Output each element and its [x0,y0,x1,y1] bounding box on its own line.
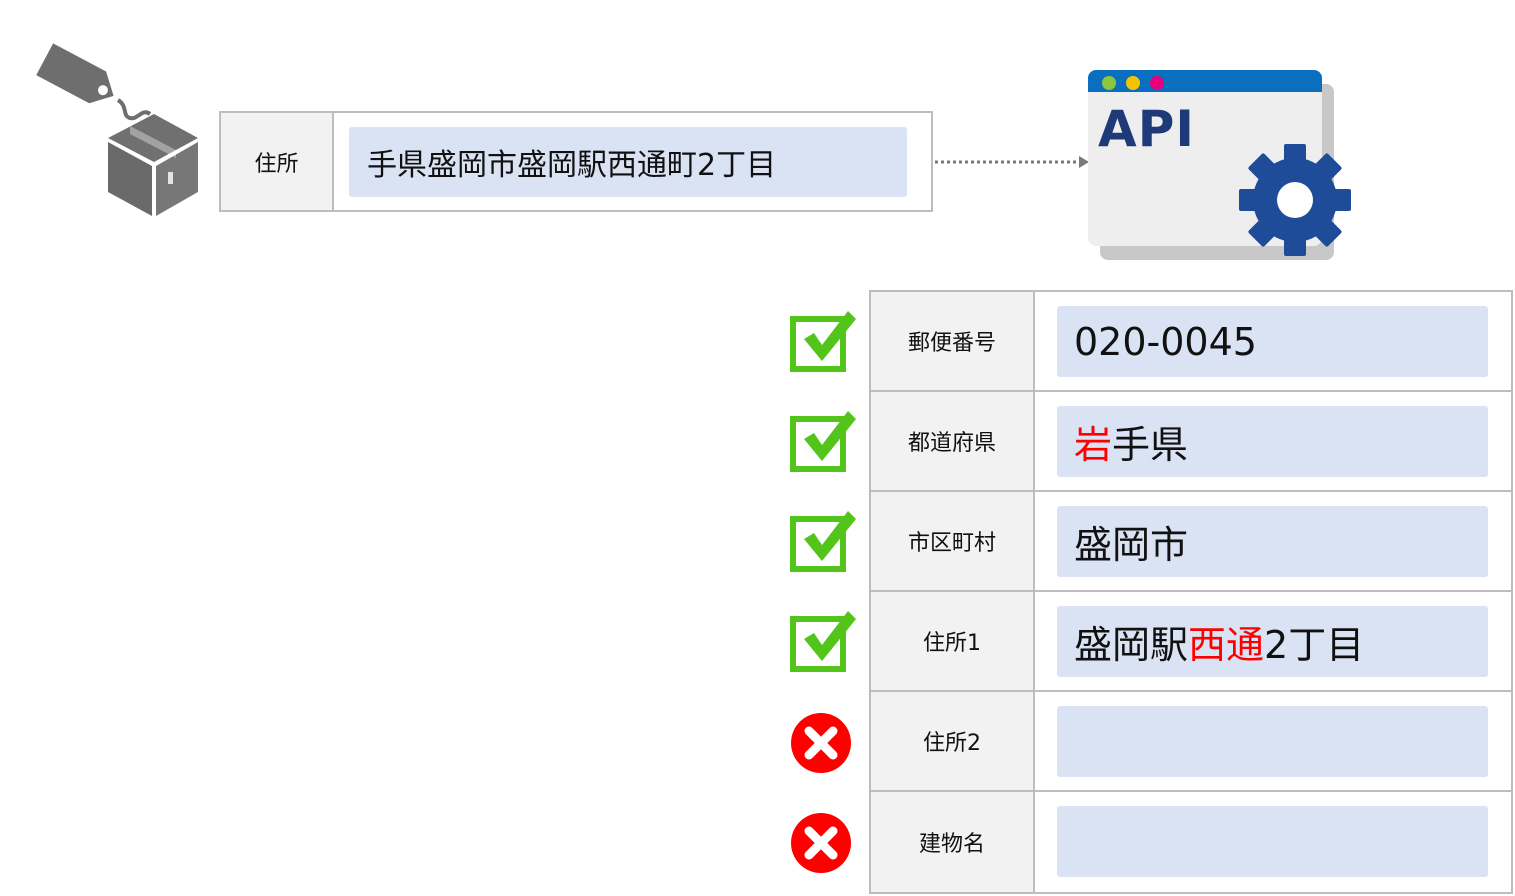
field-label: 住所2 [871,692,1035,790]
address-label: 住所 [221,113,334,210]
address-input-row: 住所 手県盛岡市盛岡駅西通町2丁目 [219,111,933,212]
error-icon [791,813,851,873]
gear-icon [1239,144,1351,256]
value-text: 020-0045 [1074,319,1257,364]
result-row: 郵便番号 020-0045 [871,292,1511,392]
field-label: 建物名 [871,792,1035,892]
corrected-text: 岩 [1074,423,1113,467]
field-value[interactable]: 岩手県 [1057,406,1488,477]
package-tag-icon [36,43,198,216]
check-icon [790,511,856,572]
api-window-icon [1088,70,1351,260]
address-input[interactable]: 手県盛岡市盛岡駅西通町2丁目 [349,127,907,197]
field-value[interactable] [1057,806,1488,877]
corrected-text: 西通 [1188,623,1265,667]
field-label: 住所1 [871,592,1035,690]
check-icon [790,611,856,672]
check-icon [790,311,856,372]
result-row: 都道府県岩手県 [871,392,1511,492]
value-text: 盛岡市 [1074,523,1189,567]
error-icon [791,713,851,773]
api-title: API [1098,100,1195,158]
value-text: 盛岡駅 [1074,623,1189,667]
result-row: 住所2 [871,692,1511,792]
result-row: 建物名 [871,792,1511,892]
value-text: 手県 [1112,423,1189,467]
result-table: 郵便番号 020-0045 都道府県岩手県 市区町村 盛岡市 住所1 盛岡駅 西通 2丁目 住所2… [869,290,1513,894]
value-text: 2丁目 [1264,623,1365,667]
field-label: 郵便番号 [871,292,1035,390]
check-icon [790,411,856,472]
field-value[interactable]: 盛岡駅 西通 2丁目 [1057,606,1488,677]
result-row: 住所1 盛岡駅 西通 2丁目 [871,592,1511,692]
field-label: 都道府県 [871,392,1035,490]
dotted-arrow-icon [935,156,1089,168]
field-label: 市区町村 [871,492,1035,590]
field-value[interactable]: 盛岡市 [1057,506,1488,577]
field-value[interactable]: 020-0045 [1057,306,1488,377]
field-value[interactable] [1057,706,1488,777]
result-row: 市区町村 盛岡市 [871,492,1511,592]
